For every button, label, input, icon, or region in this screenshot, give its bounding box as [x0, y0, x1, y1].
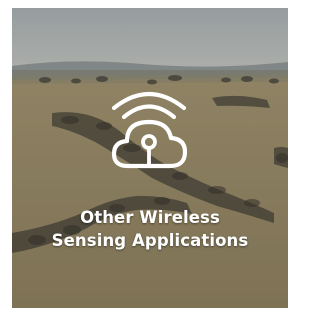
application-card[interactable]: Other Wireless Sensing Applications [12, 8, 288, 308]
wireless-cloud-icon [111, 91, 188, 169]
card-title-line-1: Other Wireless [80, 208, 220, 227]
card-title-line-2: Sensing Applications [51, 231, 249, 250]
card-title: Other Wireless Sensing Applications [12, 206, 288, 252]
